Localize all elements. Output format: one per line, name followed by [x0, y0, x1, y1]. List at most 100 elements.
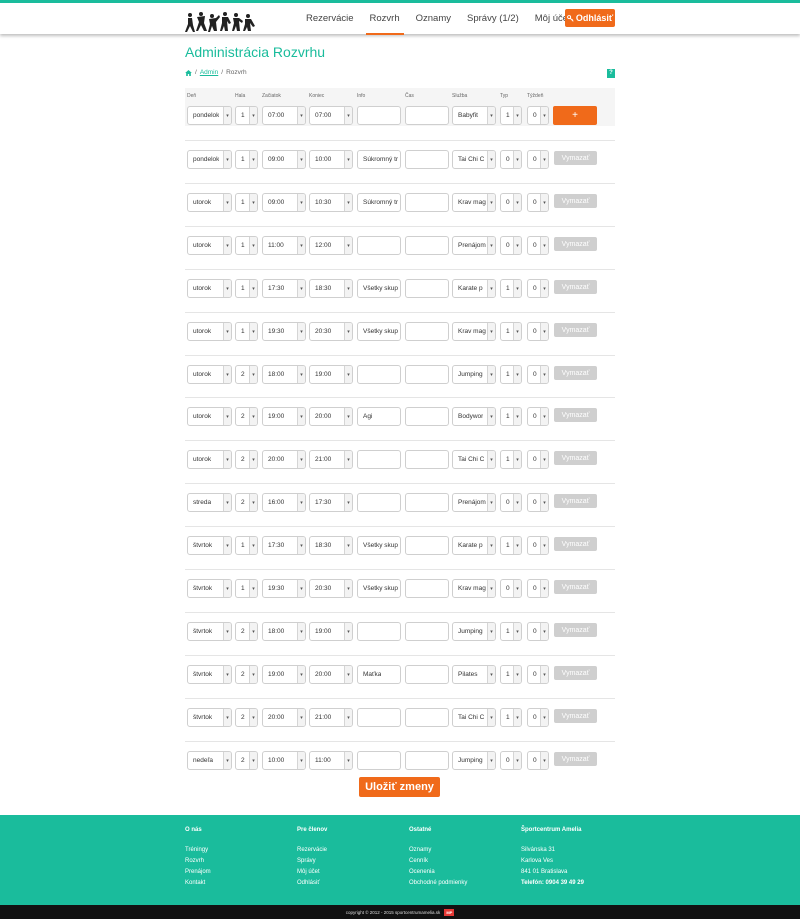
day-select[interactable]: štvrtok ▾ — [187, 665, 232, 684]
start-time-select[interactable]: 18:00 ▾ — [262, 365, 306, 384]
info-input[interactable] — [357, 622, 401, 641]
week-select[interactable]: 0 ▾ — [527, 622, 549, 641]
delete-button[interactable]: Vymazať — [554, 323, 597, 337]
end-time-select[interactable]: 19:00 ▾ — [309, 622, 353, 641]
hall-select[interactable]: 2 ▾ — [235, 493, 258, 512]
time-input[interactable] — [405, 236, 449, 255]
info-input[interactable] — [357, 450, 401, 469]
delete-button[interactable]: Vymazať — [554, 366, 597, 380]
type-select[interactable]: 0 ▾ — [500, 751, 522, 770]
time-input[interactable] — [405, 450, 449, 469]
delete-button[interactable]: Vymazať — [554, 280, 597, 294]
nav-oznamy[interactable]: Oznamy — [408, 3, 459, 34]
day-select[interactable]: streda ▾ — [187, 493, 232, 512]
delete-button[interactable]: Vymazať — [554, 237, 597, 251]
footer-link[interactable]: Rozvrh — [185, 858, 211, 869]
service-select[interactable]: Tai Chi C ▾ — [452, 150, 496, 169]
hall-select[interactable]: 2 ▾ — [235, 751, 258, 770]
time-input[interactable] — [405, 622, 449, 641]
time-input[interactable] — [405, 751, 449, 770]
hall-select[interactable]: 2 ▾ — [235, 665, 258, 684]
week-select[interactable]: 0 ▾ — [527, 279, 549, 298]
week-select[interactable]: 0 ▾ — [527, 450, 549, 469]
time-input[interactable] — [405, 536, 449, 555]
week-select[interactable]: 0 ▾ — [527, 106, 549, 125]
start-time-select[interactable]: 19:00 ▾ — [262, 665, 306, 684]
end-time-select[interactable]: 07:00 ▾ — [309, 106, 353, 125]
week-select[interactable]: 0 ▾ — [527, 579, 549, 598]
info-input[interactable]: Agi — [357, 407, 401, 426]
day-select[interactable]: pondelok ▾ — [187, 106, 232, 125]
delete-button[interactable]: Vymazať — [554, 623, 597, 637]
hall-select[interactable]: 1 ▾ — [235, 579, 258, 598]
delete-button[interactable]: Vymazať — [554, 151, 597, 165]
end-time-select[interactable]: 20:30 ▾ — [309, 322, 353, 341]
time-input[interactable] — [405, 193, 449, 212]
type-select[interactable]: 1 ▾ — [500, 106, 522, 125]
service-select[interactable]: Babyfit ▾ — [452, 106, 496, 125]
info-input[interactable] — [357, 708, 401, 727]
service-select[interactable]: Jumping ▾ — [452, 622, 496, 641]
service-select[interactable]: Tai Chi C ▾ — [452, 708, 496, 727]
hall-select[interactable]: 2 ▾ — [235, 365, 258, 384]
end-time-select[interactable]: 10:30 ▾ — [309, 193, 353, 212]
hall-select[interactable]: 1 ▾ — [235, 279, 258, 298]
end-time-select[interactable]: 10:00 ▾ — [309, 150, 353, 169]
delete-button[interactable]: Vymazať — [554, 666, 597, 680]
week-select[interactable]: 0 ▾ — [527, 407, 549, 426]
info-input[interactable]: Všetky skup — [357, 579, 401, 598]
service-select[interactable]: Bodywor ▾ — [452, 407, 496, 426]
day-select[interactable]: štvrtok ▾ — [187, 536, 232, 555]
service-select[interactable]: Prenájom ▾ — [452, 236, 496, 255]
help-button[interactable]: ? — [607, 69, 615, 78]
hall-select[interactable]: 1 ▾ — [235, 193, 258, 212]
day-select[interactable]: pondelok ▾ — [187, 150, 232, 169]
time-input[interactable] — [405, 279, 449, 298]
add-entry-button[interactable]: + — [553, 106, 597, 125]
footer-link[interactable]: Rezervácie — [297, 847, 327, 858]
week-select[interactable]: 0 ▾ — [527, 150, 549, 169]
week-select[interactable]: 0 ▾ — [527, 708, 549, 727]
type-select[interactable]: 1 ▾ — [500, 279, 522, 298]
end-time-select[interactable]: 12:00 ▾ — [309, 236, 353, 255]
end-time-select[interactable]: 20:00 ▾ — [309, 407, 353, 426]
logo[interactable] — [185, 11, 257, 33]
time-input[interactable] — [405, 150, 449, 169]
footer-link[interactable]: Môj účet — [297, 869, 327, 880]
hall-select[interactable]: 2 ▾ — [235, 708, 258, 727]
start-time-select[interactable]: 18:00 ▾ — [262, 622, 306, 641]
time-input[interactable] — [405, 106, 449, 125]
info-input[interactable] — [357, 493, 401, 512]
delete-button[interactable]: Vymazať — [554, 408, 597, 422]
footer-link[interactable]: Cenník — [409, 858, 467, 869]
delete-button[interactable]: Vymazať — [554, 537, 597, 551]
type-select[interactable]: 0 ▾ — [500, 493, 522, 512]
day-select[interactable]: štvrtok ▾ — [187, 708, 232, 727]
hall-select[interactable]: 1 ▾ — [235, 322, 258, 341]
info-input[interactable]: Súkromný tr — [357, 150, 401, 169]
delete-button[interactable]: Vymazať — [554, 752, 597, 766]
start-time-select[interactable]: 17:30 ▾ — [262, 279, 306, 298]
hall-select[interactable]: 1 ▾ — [235, 150, 258, 169]
time-input[interactable] — [405, 365, 449, 384]
type-select[interactable]: 0 ▾ — [500, 150, 522, 169]
service-select[interactable]: Jumping ▾ — [452, 751, 496, 770]
info-input[interactable] — [357, 365, 401, 384]
week-select[interactable]: 0 ▾ — [527, 665, 549, 684]
type-select[interactable]: 1 ▾ — [500, 450, 522, 469]
start-time-select[interactable]: 20:00 ▾ — [262, 450, 306, 469]
author-badge[interactable]: MP — [444, 908, 455, 916]
footer-link[interactable]: Kontakt — [185, 880, 211, 891]
type-select[interactable]: 1 ▾ — [500, 622, 522, 641]
type-select[interactable]: 0 ▾ — [500, 193, 522, 212]
week-select[interactable]: 0 ▾ — [527, 365, 549, 384]
footer-link[interactable]: Prenájom — [185, 869, 211, 880]
end-time-select[interactable]: 21:00 ▾ — [309, 708, 353, 727]
type-select[interactable]: 1 ▾ — [500, 536, 522, 555]
footer-link[interactable]: Oznamy — [409, 847, 467, 858]
time-input[interactable] — [405, 493, 449, 512]
hall-select[interactable]: 2 ▾ — [235, 622, 258, 641]
time-input[interactable] — [405, 322, 449, 341]
day-select[interactable]: utorok ▾ — [187, 450, 232, 469]
start-time-select[interactable]: 17:30 ▾ — [262, 536, 306, 555]
